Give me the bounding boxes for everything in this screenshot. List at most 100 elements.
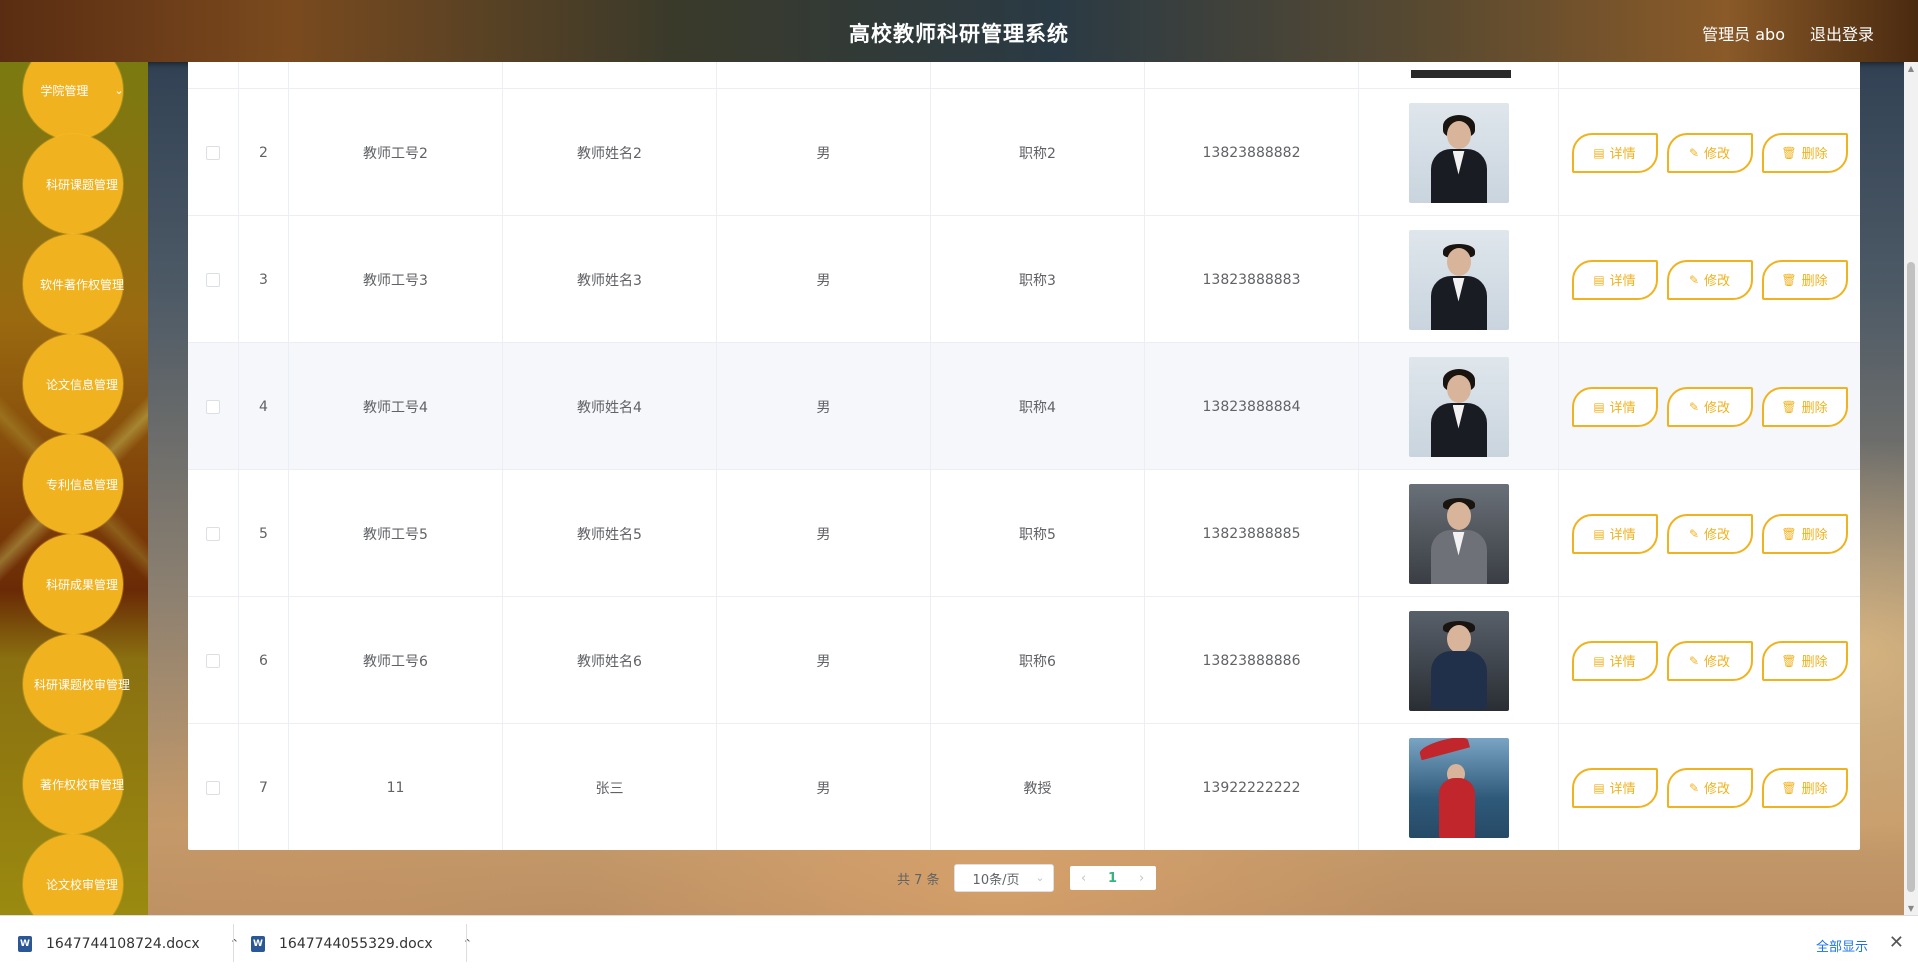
download-item[interactable]: W 1647744108724.docx ⌃ xyxy=(18,916,239,970)
cell-name: 教师姓名3 xyxy=(503,216,717,343)
scroll-thumb[interactable] xyxy=(1907,262,1915,892)
detail-button[interactable]: ▤ 详情 xyxy=(1571,259,1658,300)
sidebar-item-software-copyright[interactable]: 软件著作权管理 xyxy=(23,234,124,334)
cell-index: 6 xyxy=(239,597,289,724)
sidebar-item-label: 科研课题校审管理 xyxy=(34,677,131,692)
top-header: 高校教师科研管理系统 管理员 abo 退出登录 xyxy=(0,0,1918,62)
table-row: 4 教师工号4 教师姓名4 男 职称4 13823888884 ▤ 详情 ✎ 修改 🗑 删除 xyxy=(188,343,1860,470)
detail-button[interactable]: ▤ 详情 xyxy=(1571,640,1658,681)
detail-button-label: 详情 xyxy=(1609,147,1636,162)
document-icon: ▤ xyxy=(1593,145,1605,160)
edit-button[interactable]: ✎ 修改 xyxy=(1666,640,1753,681)
trash-icon: 🗑 xyxy=(1781,653,1797,668)
photo-thumbnail xyxy=(1411,70,1511,78)
row-checkbox[interactable] xyxy=(206,526,220,541)
document-icon: ▤ xyxy=(1593,399,1605,414)
trash-icon: 🗑 xyxy=(1781,399,1797,414)
chevron-left-icon[interactable]: ‹ xyxy=(1070,866,1098,890)
detail-button[interactable]: ▤ 详情 xyxy=(1571,132,1658,173)
cell-index: 5 xyxy=(239,470,289,597)
edit-button[interactable]: ✎ 修改 xyxy=(1666,767,1753,808)
photo-cell xyxy=(1359,216,1559,343)
page-number-current[interactable]: 1 xyxy=(1098,866,1128,890)
divider xyxy=(233,924,234,962)
current-user: 管理员 abo xyxy=(1702,25,1785,44)
page-size-value: 10条/页 xyxy=(972,872,1020,888)
cell-text: 5 xyxy=(259,525,268,542)
sidebar-item-label: 科研课题管理 xyxy=(45,177,118,192)
row-checkbox[interactable] xyxy=(206,399,220,414)
pencil-icon: ✎ xyxy=(1688,653,1700,668)
cell-index: 2 xyxy=(239,89,289,216)
row-checkbox[interactable] xyxy=(206,145,220,160)
teacher-photo[interactable] xyxy=(1408,102,1509,203)
scroll-down-arrow-icon[interactable]: ▼ xyxy=(1906,904,1916,913)
detail-button[interactable]: ▤ 详情 xyxy=(1571,386,1658,427)
teacher-photo[interactable] xyxy=(1408,483,1509,584)
teacher-photo[interactable] xyxy=(1408,737,1509,838)
cell-name: 张三 xyxy=(503,724,717,850)
sidebar-item-label: 专利信息管理 xyxy=(45,477,118,492)
scroll-up-arrow-icon[interactable]: ▲ xyxy=(1906,64,1916,73)
edit-button[interactable]: ✎ 修改 xyxy=(1666,259,1753,300)
select-cell xyxy=(188,216,239,343)
edit-button[interactable]: ✎ 修改 xyxy=(1666,513,1753,554)
cell-phone: 13823888884 xyxy=(1145,343,1359,470)
sidebar-item-achievement[interactable]: 科研成果管理 xyxy=(23,534,123,634)
row-checkbox[interactable] xyxy=(206,653,220,668)
delete-button[interactable]: 🗑 删除 xyxy=(1761,386,1848,427)
teacher-photo[interactable] xyxy=(1408,610,1509,711)
actions-cell: ▤ 详情 ✎ 修改 🗑 删除 xyxy=(1559,597,1860,724)
sidebar-item-copyright-review[interactable]: 著作权校审管理 xyxy=(23,734,124,834)
detail-button[interactable]: ▤ 详情 xyxy=(1571,767,1658,808)
sidebar-item-paper[interactable]: 论文信息管理 xyxy=(23,334,123,434)
delete-button-label: 删除 xyxy=(1801,655,1828,670)
detail-button[interactable]: ▤ 详情 xyxy=(1571,513,1658,554)
sidebar-item-research-topic[interactable]: 科研课题管理 xyxy=(23,134,123,234)
logout-link[interactable]: 退出登录 xyxy=(1810,21,1874,45)
delete-button[interactable]: 🗑 删除 xyxy=(1761,513,1848,554)
row-checkbox[interactable] xyxy=(206,272,220,287)
edit-button[interactable]: ✎ 修改 xyxy=(1666,386,1753,427)
delete-button[interactable]: 🗑 删除 xyxy=(1761,767,1848,808)
page-scrollbar[interactable]: ▲ ▼ xyxy=(1904,62,1918,915)
delete-button[interactable]: 🗑 删除 xyxy=(1761,259,1848,300)
cell-text: 男 xyxy=(816,272,831,289)
row-checkbox[interactable] xyxy=(206,780,220,795)
chevron-down-icon: ⌄ xyxy=(1035,871,1045,884)
cell-name: 教师姓名5 xyxy=(503,470,717,597)
teacher-photo[interactable] xyxy=(1408,229,1509,330)
chevron-up-icon[interactable]: ⌃ xyxy=(230,937,239,950)
download-item[interactable]: W 1647744055329.docx ⌃ xyxy=(251,916,472,970)
cell-teacher-id: 教师工号6 xyxy=(289,597,503,724)
cell-phone: 13823888886 xyxy=(1145,597,1359,724)
detail-button-label: 详情 xyxy=(1609,274,1636,289)
teacher-photo[interactable] xyxy=(1408,356,1509,457)
close-icon[interactable]: ✕ xyxy=(1889,932,1904,953)
delete-button[interactable]: 🗑 删除 xyxy=(1761,640,1848,681)
sidebar-item-topic-review[interactable]: 科研课题校审管理 xyxy=(23,634,130,734)
cell-title: 职称3 xyxy=(931,216,1145,343)
cell-text: 13823888882 xyxy=(1202,144,1301,161)
cell-text: 教师工号2 xyxy=(363,145,428,162)
delete-button[interactable]: 🗑 删除 xyxy=(1761,132,1848,173)
cell-text: 教师姓名4 xyxy=(577,399,642,416)
pagination: 共 7 条 10条/页 ⌄ ‹ 1 › xyxy=(897,864,1156,892)
cell-title: 职称2 xyxy=(931,89,1145,216)
edit-button[interactable]: ✎ 修改 xyxy=(1666,132,1753,173)
cell-text: 13823888883 xyxy=(1202,271,1301,288)
edit-button-label: 修改 xyxy=(1704,147,1731,162)
cell-text: 13823888884 xyxy=(1202,398,1301,415)
page-size-select[interactable]: 10条/页 ⌄ xyxy=(953,864,1054,892)
cell-text: 张三 xyxy=(595,780,624,797)
cell-text: 男 xyxy=(816,780,831,797)
cell-text: 2 xyxy=(259,144,268,161)
document-icon: ▤ xyxy=(1593,526,1605,541)
table-row: 3 教师工号3 教师姓名3 男 职称3 13823888883 ▤ 详情 ✎ 修改 🗑 删除 xyxy=(188,216,1860,343)
chevron-up-icon[interactable]: ⌃ xyxy=(463,937,472,950)
cell-gender: 男 xyxy=(717,470,931,597)
table-row: 2 教师工号2 教师姓名2 男 职称2 13823888882 ▤ 详情 ✎ 修改 🗑 删除 xyxy=(188,89,1860,216)
sidebar-item-patent[interactable]: 专利信息管理 xyxy=(23,434,123,534)
chevron-right-icon[interactable]: › xyxy=(1128,866,1156,890)
show-all-downloads-link[interactable]: 全部显示 xyxy=(1816,936,1868,955)
